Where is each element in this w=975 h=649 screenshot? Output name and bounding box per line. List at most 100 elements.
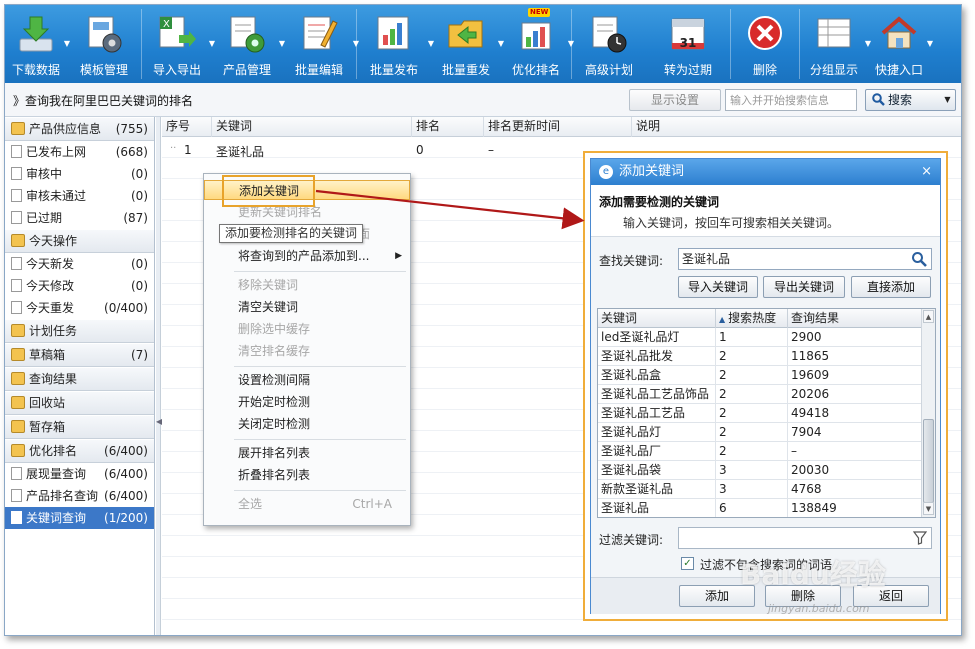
menu-item[interactable]: 开始定时检测 — [204, 392, 410, 412]
dialog-titlebar[interactable]: e 添加关键词 × — [591, 159, 940, 185]
display-settings-button[interactable]: 显示设置 — [629, 89, 721, 111]
toolbar-republish-folder-button[interactable]: 批量重发 ▼ — [431, 5, 504, 83]
toolbar-ranking-chart-button[interactable]: NEW 优化排名 ▼ — [501, 5, 574, 83]
sidebar-item[interactable]: 今天修改 (0) — [5, 275, 154, 297]
grid-row[interactable]: 圣诞礼品工艺品饰品 2 20206 — [598, 385, 922, 404]
scroll-thumb[interactable] — [923, 419, 934, 503]
search-icon[interactable] — [911, 251, 927, 267]
sidebar-group[interactable]: 查询结果 — [5, 367, 154, 391]
sidebar-item[interactable]: 关键词查询 (1/200) — [5, 507, 154, 529]
filter-keyword-input[interactable] — [678, 527, 932, 549]
publish-chart-icon — [372, 11, 416, 57]
scroll-down-icon[interactable]: ▼ — [923, 502, 934, 515]
highlight-frame-menu-item — [222, 175, 315, 207]
sidebar-group[interactable]: 计划任务 — [5, 319, 154, 343]
toolbar-template-gear-button[interactable]: 模板管理 — [67, 5, 141, 83]
column-header[interactable]: 说明 — [632, 117, 961, 137]
sidebar-group[interactable]: 优化排名 (6/400) — [5, 439, 154, 463]
sidebar-item-label: 关键词查询 — [26, 511, 87, 525]
toolbar-home-button[interactable]: 快捷入口 ▼ — [868, 5, 933, 83]
table-cell-keyword: 圣诞礼品 — [216, 145, 265, 159]
document-icon — [11, 301, 22, 314]
sidebar-group[interactable]: 草稿箱 (7) — [5, 343, 154, 367]
menu-item-label: 开始定时检测 — [238, 395, 311, 409]
find-keyword-input[interactable]: 圣诞礼品 — [678, 248, 932, 270]
grid-row[interactable]: 圣诞礼品批发 2 11865 — [598, 347, 922, 366]
sidebar-group[interactable]: 产品供应信息 (755) — [5, 117, 154, 141]
toolbar-group-list-button[interactable]: 分组显示 ▼ — [800, 5, 871, 83]
export-keywords-button[interactable]: 导出关键词 — [763, 276, 845, 298]
grid-row[interactable]: 圣诞礼品 6 138849 — [598, 499, 922, 517]
document-icon — [11, 211, 22, 224]
grid-scrollbar[interactable]: ▲ ▼ — [921, 309, 935, 517]
menu-item-label: 删除选中缓存 — [238, 322, 311, 336]
grid-cell: 20206 — [788, 385, 922, 404]
sidebar-item[interactable]: 已发布上网 (668) — [5, 141, 154, 163]
grid-column-header[interactable]: 关键词 — [598, 309, 716, 328]
toolbar-product-gear-button[interactable]: 产品管理 ▼ — [212, 5, 285, 83]
svg-text:X: X — [163, 19, 170, 30]
grid-cell: 2900 — [788, 328, 922, 347]
toolbar-download-button[interactable]: 下载数据 ▼ — [5, 5, 70, 83]
menu-item[interactable]: 展开排名列表 — [204, 443, 410, 463]
toolbar-calendar-31-button[interactable]: 31 转为过期 — [646, 5, 730, 83]
folder-icon — [11, 324, 25, 337]
grid-row[interactable]: 圣诞礼品盒 2 19609 — [598, 366, 922, 385]
sidebar-item[interactable]: 审核中 (0) — [5, 163, 154, 185]
toolbar-edit-list-button[interactable]: 批量编辑 ▼ — [282, 5, 359, 83]
search-dropdown-button[interactable]: ▼ — [940, 89, 956, 111]
menu-item-label: 全选 — [238, 497, 263, 511]
submenu-arrow-icon: ▶ — [395, 251, 402, 261]
new-badge: NEW — [528, 8, 551, 17]
scroll-up-icon[interactable]: ▲ — [923, 310, 934, 323]
sidebar-splitter[interactable]: ◀ — [156, 117, 162, 635]
menu-item[interactable]: 将查询到的产品添加到... ▶ — [204, 246, 410, 266]
sidebar-item[interactable]: 产品排名查询 (6/400) — [5, 485, 154, 507]
sidebar-item[interactable]: 已过期 (87) — [5, 207, 154, 229]
filter-funnel-icon[interactable] — [913, 531, 927, 545]
toolbar-button-label: 导入导出 — [152, 63, 201, 77]
menu-item[interactable]: 清空关键词 — [204, 297, 410, 317]
sidebar-item-label: 审核未通过 — [26, 189, 87, 203]
sidebar-item[interactable]: 今天重发 (0/400) — [5, 297, 154, 319]
grid-row[interactable]: 新款圣诞礼品 3 4768 — [598, 480, 922, 499]
search-button[interactable]: 搜索 — [865, 89, 941, 111]
toolbar-excel-import-button[interactable]: X 导入导出 ▼ — [142, 5, 215, 83]
column-header[interactable]: 排名 — [412, 117, 484, 137]
menu-item[interactable]: 折叠排名列表 — [204, 465, 410, 485]
toolbar-schedule-clock-button[interactable]: 高级计划 — [572, 5, 646, 83]
menu-item[interactable]: 设置检测间隔 — [204, 370, 410, 390]
download-icon — [14, 11, 58, 57]
menu-item: 移除关键词 — [204, 275, 410, 295]
column-header[interactable]: 序号 — [162, 117, 212, 137]
search-input[interactable] — [725, 89, 857, 111]
toolbar-publish-chart-button[interactable]: 批量发布 ▼ — [357, 5, 434, 83]
menu-item: 清空排名缓存 — [204, 341, 410, 361]
column-header[interactable]: 关键词 — [212, 117, 412, 137]
column-header[interactable]: 排名更新时间 — [484, 117, 632, 137]
sidebar-group-label: 计划任务 — [29, 324, 78, 338]
import-keywords-button[interactable]: 导入关键词 — [678, 276, 758, 298]
grid-row[interactable]: 圣诞礼品袋 3 20030 — [598, 461, 922, 480]
sidebar-group[interactable]: 暂存箱 — [5, 415, 154, 439]
grid-column-header[interactable]: 查询结果 — [788, 309, 922, 328]
grid-row[interactable]: 圣诞礼品灯 2 7904 — [598, 423, 922, 442]
toolbar-delete-x-button[interactable]: 删除 — [731, 5, 799, 83]
grid-row[interactable]: 圣诞礼品工艺品 2 49418 — [598, 404, 922, 423]
sidebar-item[interactable]: 今天新发 (0) — [5, 253, 154, 275]
sidebar-item-count: (6/400) — [104, 467, 148, 481]
grid-row[interactable]: led圣诞礼品灯 1 2900 — [598, 328, 922, 347]
sidebar-group[interactable]: 回收站 — [5, 391, 154, 415]
menu-item[interactable]: 关闭定时检测 — [204, 414, 410, 434]
grid-column-header[interactable]: ▲ 搜索热度 — [716, 309, 788, 328]
direct-add-button[interactable]: 直接添加 — [851, 276, 931, 298]
chevron-down-icon[interactable]: ▼ — [927, 39, 933, 48]
filter-checkbox[interactable]: ✓ — [681, 557, 694, 570]
grid-row[interactable]: 圣诞礼品厂 2– — [598, 442, 922, 461]
sidebar-item[interactable]: 展现量查询 (6/400) — [5, 463, 154, 485]
keyword-suggestion-grid: 关键词 ▲ 搜索热度 查询结果 led圣诞礼品灯 1 2900 圣诞礼品批发 2 11865 圣诞… — [597, 308, 936, 518]
folder-icon — [11, 348, 25, 361]
sidebar-group[interactable]: 今天操作 — [5, 229, 154, 253]
sidebar-item[interactable]: 审核未通过 (0) — [5, 185, 154, 207]
close-icon[interactable]: × — [921, 159, 932, 185]
